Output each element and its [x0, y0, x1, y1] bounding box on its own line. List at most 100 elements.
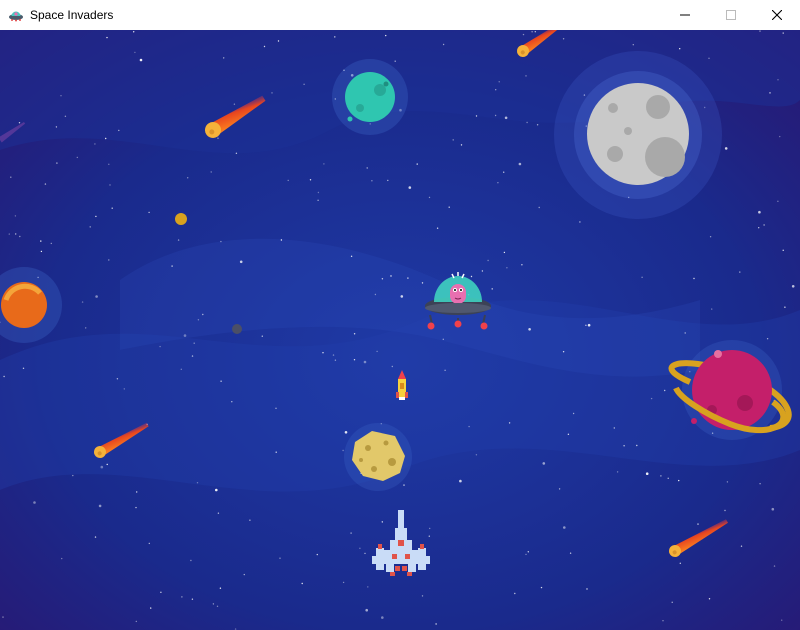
star [759, 30, 761, 32]
star [534, 31, 536, 33]
star [678, 479, 680, 482]
star [782, 32, 784, 34]
star [359, 547, 361, 549]
star [40, 240, 42, 242]
star [562, 351, 565, 353]
star [136, 491, 138, 493]
star [287, 179, 289, 182]
star [334, 359, 337, 361]
star [44, 183, 47, 185]
star [527, 551, 529, 553]
star [679, 562, 681, 564]
star [364, 552, 366, 555]
star [448, 206, 450, 208]
star [771, 507, 775, 511]
star [491, 288, 493, 290]
star [116, 378, 119, 380]
star [400, 295, 404, 298]
star [106, 36, 108, 39]
star [19, 235, 21, 238]
window-controls [662, 0, 800, 30]
star [243, 573, 245, 576]
star [280, 239, 283, 241]
game-canvas[interactable] [0, 30, 800, 630]
star [217, 137, 219, 139]
star [367, 586, 369, 588]
star [421, 595, 424, 597]
star [711, 308, 713, 310]
star [521, 264, 523, 266]
star [381, 521, 383, 523]
star [407, 277, 409, 279]
star [353, 359, 356, 361]
star [279, 557, 281, 559]
star [277, 40, 280, 42]
star [650, 397, 653, 400]
star [81, 301, 84, 303]
minimize-button[interactable] [662, 0, 708, 30]
star [342, 581, 345, 584]
star [623, 445, 625, 447]
star [350, 255, 353, 257]
star [429, 527, 431, 530]
game-scene [0, 30, 800, 630]
star [177, 239, 180, 241]
star [536, 124, 539, 126]
star [531, 31, 533, 33]
star [740, 545, 743, 547]
star [350, 532, 352, 534]
star [739, 271, 741, 273]
star [459, 479, 462, 483]
star [108, 259, 110, 261]
teal-planet [332, 59, 408, 135]
star [781, 619, 783, 621]
close-icon [772, 10, 782, 20]
star [263, 45, 266, 48]
star [223, 57, 225, 59]
star [613, 427, 615, 429]
star [636, 444, 638, 447]
star [219, 587, 222, 589]
small-planet [232, 324, 242, 334]
star [709, 236, 712, 238]
star [684, 332, 686, 334]
star [428, 196, 431, 199]
star [261, 335, 263, 337]
star [470, 275, 473, 278]
star [385, 34, 387, 37]
star [309, 179, 312, 181]
star [271, 92, 273, 94]
maximize-button[interactable] [708, 0, 754, 30]
star [508, 422, 511, 424]
star [444, 369, 446, 371]
star [76, 156, 79, 159]
star [159, 345, 161, 348]
star [503, 251, 506, 254]
star [56, 162, 58, 164]
star [525, 75, 527, 77]
star [322, 352, 324, 354]
star [317, 191, 320, 194]
star [791, 285, 795, 288]
title-bar[interactable]: Space Invaders [0, 0, 800, 30]
star [498, 81, 500, 83]
star [777, 79, 779, 81]
star [193, 342, 195, 344]
star [374, 293, 377, 296]
star [220, 380, 222, 382]
star [563, 526, 566, 529]
star [497, 182, 499, 184]
star [94, 536, 97, 538]
star [139, 58, 143, 62]
star [60, 95, 62, 97]
star [435, 623, 437, 625]
star [671, 601, 673, 603]
star [526, 121, 528, 124]
close-button[interactable] [754, 0, 800, 30]
star [197, 319, 200, 321]
star [2, 616, 4, 618]
star [528, 328, 531, 331]
star [769, 92, 771, 94]
star [540, 586, 543, 589]
star [632, 44, 634, 46]
